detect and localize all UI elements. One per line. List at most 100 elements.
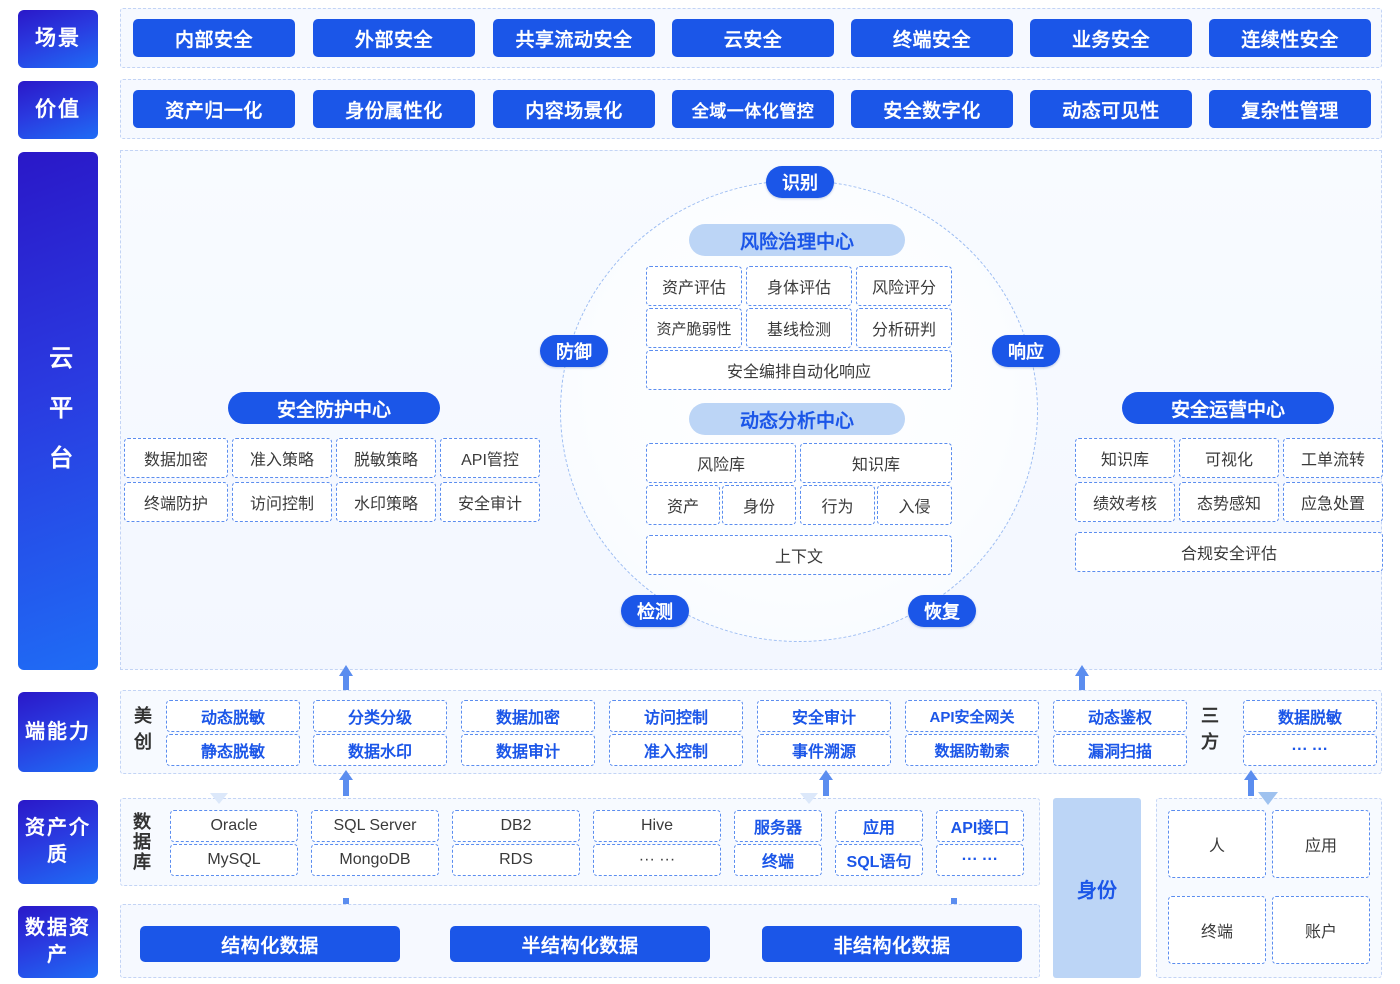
protection-cell-2[interactable]: 脱敏策略 [336, 438, 436, 478]
endpoint-cell-6-1[interactable]: 漏洞扫描 [1053, 734, 1187, 766]
value-item-1[interactable]: 身份属性化 [313, 90, 475, 128]
risk-center-title: 风险治理中心 [689, 224, 905, 256]
identity-label-box: 身份 [1053, 798, 1141, 978]
scene-item-1[interactable]: 外部安全 [313, 19, 475, 57]
asset-db-cell-1-1[interactable]: MongoDB [311, 844, 439, 876]
scene-item-3[interactable]: 云安全 [672, 19, 834, 57]
analysis-center-title: 动态分析中心 [689, 403, 905, 435]
endpoint-cell-5-1[interactable]: 数据防勒索 [905, 734, 1039, 766]
protection-cell-4[interactable]: 终端防护 [124, 482, 228, 522]
arrow-analysis-inner-2 [866, 468, 882, 505]
sidebar-label-scene: 场景 [18, 10, 98, 68]
asset-db-cell-3-1[interactable]: ··· ··· [593, 844, 721, 876]
endpoint-thirdparty-label: 三方 [1199, 706, 1219, 758]
endpoint-vendor-label: 美创 [132, 706, 152, 758]
badge-recover: 恢复 [908, 595, 976, 627]
risk-center-cell-5[interactable]: 分析研判 [856, 308, 952, 348]
asset-db-cell-2-0[interactable]: DB2 [452, 810, 580, 842]
arrow-analysis-operation-3 [966, 543, 1052, 565]
asset-app-cell-0-1[interactable]: 终端 [734, 844, 822, 876]
asset-db-cell-2-1[interactable]: RDS [452, 844, 580, 876]
asset-app-cell-2-0[interactable]: API接口 [936, 810, 1024, 842]
analysis-center-cell-5[interactable]: 入侵 [877, 485, 952, 525]
data-asset-item-0[interactable]: 结构化数据 [140, 926, 400, 962]
scene-item-2[interactable]: 共享流动安全 [493, 19, 655, 57]
analysis-center-cell-6[interactable]: 上下文 [646, 535, 952, 575]
endpoint-cell-0-0[interactable]: 动态脱敏 [166, 700, 300, 732]
endpoint-cell-2-0[interactable]: 数据加密 [461, 700, 595, 732]
endpoint-cell-5-0[interactable]: API安全网关 [905, 700, 1039, 732]
scene-item-0[interactable]: 内部安全 [133, 19, 295, 57]
risk-center-cell-1[interactable]: 身体评估 [746, 266, 852, 306]
data-asset-item-1[interactable]: 半结构化数据 [450, 926, 710, 962]
operation-cell-1[interactable]: 可视化 [1179, 438, 1279, 478]
protection-cell-5[interactable]: 访问控制 [232, 482, 332, 522]
endpoint-cell-3-1[interactable]: 准入控制 [609, 734, 743, 766]
value-item-5[interactable]: 动态可见性 [1030, 90, 1192, 128]
operation-center-title: 安全运营中心 [1122, 392, 1334, 424]
asset-app-cell-1-0[interactable]: 应用 [835, 810, 923, 842]
endpoint-thirdparty-cell-0[interactable]: 数据脱敏 [1243, 700, 1377, 732]
asset-app-cell-0-0[interactable]: 服务器 [734, 810, 822, 842]
asset-app-cell-1-1[interactable]: SQL语句 [835, 844, 923, 876]
analysis-center-cell-3[interactable]: 身份 [722, 485, 796, 525]
asset-app-cell-2-1[interactable]: ··· ··· [936, 844, 1024, 876]
endpoint-thirdparty-cell-1[interactable]: ··· ··· [1243, 734, 1377, 766]
operation-cell-5[interactable]: 应急处置 [1283, 482, 1383, 522]
operation-cell-3[interactable]: 绩效考核 [1075, 482, 1175, 522]
analysis-center-cell-4[interactable]: 行为 [800, 485, 875, 525]
chevron-into-asset-2 [800, 792, 818, 810]
arrow-analysis-inner-1 [709, 468, 725, 505]
protection-cell-1[interactable]: 准入策略 [232, 438, 332, 478]
protection-cell-0[interactable]: 数据加密 [124, 438, 228, 478]
asset-db-cell-0-1[interactable]: MySQL [170, 844, 298, 876]
endpoint-cell-0-1[interactable]: 静态脱敏 [166, 734, 300, 766]
endpoint-cell-1-1[interactable]: 数据水印 [313, 734, 447, 766]
risk-center-cell-6[interactable]: 安全编排自动化响应 [646, 350, 952, 390]
risk-center-cell-2[interactable]: 风险评分 [856, 266, 952, 306]
scene-item-5[interactable]: 业务安全 [1030, 19, 1192, 57]
operation-cell-2[interactable]: 工单流转 [1283, 438, 1383, 478]
asset-db-cell-3-0[interactable]: Hive [593, 810, 721, 842]
value-item-6[interactable]: 复杂性管理 [1209, 90, 1371, 128]
operation-cell-0[interactable]: 知识库 [1075, 438, 1175, 478]
scene-item-6[interactable]: 连续性安全 [1209, 19, 1371, 57]
endpoint-cell-1-0[interactable]: 分类分级 [313, 700, 447, 732]
operation-cell-4[interactable]: 态势感知 [1179, 482, 1279, 522]
risk-center-cell-4[interactable]: 基线检测 [746, 308, 852, 348]
endpoint-cell-3-0[interactable]: 访问控制 [609, 700, 743, 732]
asset-db-cell-1-0[interactable]: SQL Server [311, 810, 439, 842]
identity-cell-0[interactable]: 人 [1168, 810, 1266, 878]
protection-cell-6[interactable]: 水印策略 [336, 482, 436, 522]
badge-respond: 响应 [992, 335, 1060, 367]
arrow-analysis-inner-4 [866, 512, 882, 549]
endpoint-cell-4-0[interactable]: 安全审计 [757, 700, 891, 732]
sidebar-label-asset-media: 资产介质 [18, 800, 98, 884]
protection-cell-7[interactable]: 安全审计 [440, 482, 540, 522]
operation-cell-6[interactable]: 合规安全评估 [1075, 532, 1383, 572]
identity-cell-3[interactable]: 账户 [1272, 896, 1370, 964]
risk-center-cell-0[interactable]: 资产评估 [646, 266, 742, 306]
asset-db-cell-0-0[interactable]: Oracle [170, 810, 298, 842]
endpoint-cell-4-1[interactable]: 事件溯源 [757, 734, 891, 766]
value-item-4[interactable]: 安全数字化 [851, 90, 1013, 128]
scene-item-4[interactable]: 终端安全 [851, 19, 1013, 57]
value-item-3[interactable]: 全域一体化管控 [672, 90, 834, 128]
arrow-protection-analysis-1 [556, 449, 642, 471]
sidebar-label-cloud-platform: 云平台 [18, 152, 98, 670]
risk-center-cell-3[interactable]: 资产脆弱性 [646, 308, 742, 348]
sidebar-label-endpoint: 端能力 [18, 692, 98, 772]
endpoint-cell-6-0[interactable]: 动态鉴权 [1053, 700, 1187, 732]
identity-cell-1[interactable]: 应用 [1272, 810, 1370, 878]
architecture-diagram: 场景 内部安全 外部安全 共享流动安全 云安全 终端安全 业务安全 连续性安全 … [0, 0, 1400, 984]
connector-band-identity-top [1141, 788, 1391, 800]
endpoint-band [120, 690, 1382, 774]
sidebar-label-data-asset: 数据资产 [18, 906, 98, 978]
arrow-analysis-inner-3 [709, 512, 725, 549]
value-item-2[interactable]: 内容场景化 [493, 90, 655, 128]
value-item-0[interactable]: 资产归一化 [133, 90, 295, 128]
endpoint-cell-2-1[interactable]: 数据审计 [461, 734, 595, 766]
data-asset-item-2[interactable]: 非结构化数据 [762, 926, 1022, 962]
identity-cell-2[interactable]: 终端 [1168, 896, 1266, 964]
protection-cell-3[interactable]: API管控 [440, 438, 540, 478]
